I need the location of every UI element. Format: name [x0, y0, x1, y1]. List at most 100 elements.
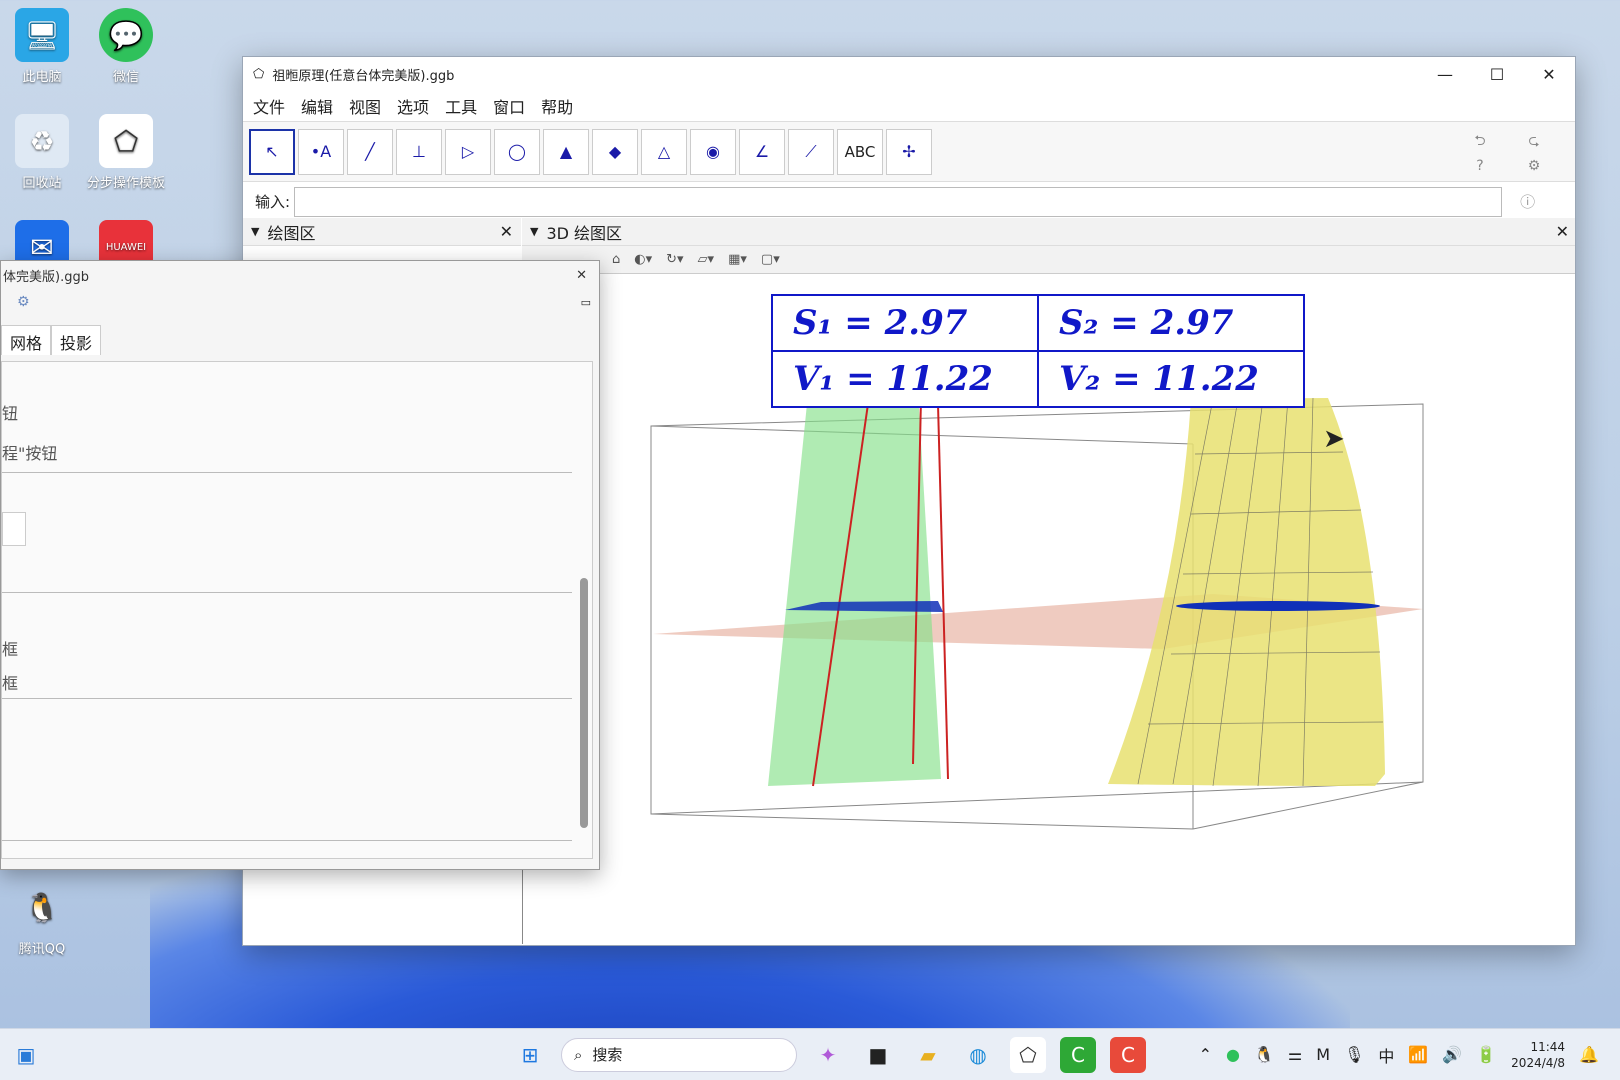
perpendicular-tool[interactable]: ⊥ — [396, 128, 442, 175]
menu-tools[interactable]: 工具 — [445, 94, 477, 118]
settings-icon[interactable]: ⚙ — [17, 294, 30, 310]
desktop-icon-label: 微信 — [112, 70, 139, 85]
battery-icon[interactable]: 🔋 — [1476, 1045, 1496, 1064]
option-line[interactable]: 钮 — [2, 400, 18, 424]
collapse-icon[interactable]: ▼ — [530, 225, 538, 238]
start-icon[interactable]: ⊞ — [512, 1037, 548, 1073]
mouse-cursor-icon: ➤ — [1323, 424, 1345, 454]
formula-s2: S₂ = 2.97 — [1037, 294, 1305, 352]
option-line[interactable]: 框 — [2, 670, 18, 694]
polygon-tool[interactable]: ▷ — [445, 128, 491, 175]
computer-icon: 🖥 — [15, 8, 69, 62]
file-explorer-icon[interactable]: ▰ — [910, 1037, 946, 1073]
camtasia-icon[interactable]: C — [1060, 1036, 1096, 1073]
dialog-close-button[interactable]: ✕ — [576, 268, 587, 283]
recycle-bin-icon: ♻ — [15, 114, 69, 168]
toolbar: ↖ •A ╱ ⊥ ▷ ◯ ▲ ◆ △ ◉ ∠ ⟋ ABC ✢ ⮌ ⮎ ? ⚙ — [243, 121, 1575, 181]
rotate-view-tool[interactable]: ✢ — [886, 128, 932, 175]
mail-icon[interactable]: M — [1316, 1045, 1330, 1064]
line-tool[interactable]: ╱ — [347, 128, 393, 175]
view-mode-icon[interactable]: ◐▾ — [634, 252, 652, 267]
settings-dialog: 体完美版).ggb ✕ ⚙ ▭ 网格 投影 钮 程"按钮 框 框 — [0, 260, 600, 870]
menu-file[interactable]: 文件 — [253, 94, 285, 118]
desktop-icon-qq[interactable]: 🐧 腾讯QQ — [2, 880, 82, 958]
sliders-icon[interactable]: ⚌ — [1288, 1045, 1302, 1064]
option-line[interactable]: 框 — [2, 636, 18, 660]
collapse-icon[interactable]: ▼ — [251, 225, 259, 238]
angle-tool[interactable]: ∠ — [739, 128, 785, 175]
copilot-icon[interactable]: ✦ — [810, 1037, 846, 1073]
wechat-tray-icon[interactable]: ● — [1226, 1045, 1240, 1064]
reflect-tool[interactable]: ⟋ — [788, 128, 834, 175]
dialog-scrollbar[interactable] — [580, 578, 588, 828]
help-icon[interactable]: ? — [1455, 158, 1505, 174]
desktop-icon-recycle-bin[interactable]: ♻ 回收站 — [2, 114, 82, 191]
close-button[interactable]: ✕ — [1523, 65, 1575, 84]
point-tool[interactable]: •A — [298, 128, 344, 175]
desktop-icon-wechat[interactable]: 💬 微信 — [86, 8, 166, 85]
geogebra-taskbar-icon[interactable]: ⬠ — [1010, 1036, 1046, 1073]
tab-grid[interactable]: 网格 — [1, 325, 52, 355]
tab-projection[interactable]: 投影 — [51, 325, 102, 355]
projection-icon[interactable]: ▱▾ — [698, 252, 715, 267]
input-help-icon[interactable]: ⓘ — [1520, 191, 1535, 212]
recorder-icon[interactable]: C — [1110, 1036, 1146, 1073]
redo-button[interactable]: ⮎ — [1509, 130, 1559, 154]
cube-icon[interactable]: ▢▾ — [761, 252, 780, 267]
cone-tool[interactable]: ▲ — [543, 128, 589, 175]
widgets-icon[interactable]: ▣ — [8, 1037, 44, 1073]
circle-axis-tool[interactable]: ◯ — [494, 128, 540, 175]
formula-v1: V₁ = 11.22 — [771, 350, 1039, 408]
plane-tool[interactable]: ◆ — [592, 128, 638, 175]
search-placeholder: 搜索 — [592, 1046, 623, 1064]
search-box[interactable]: ⌕ 搜索 — [561, 1037, 797, 1072]
graphics3d-view-title: 3D 绘图区 — [546, 223, 623, 243]
close-panel-icon[interactable]: ✕ — [1556, 222, 1569, 241]
undo-button[interactable]: ⮌ — [1455, 130, 1505, 154]
desktop-icon-label: 此电脑 — [22, 70, 62, 85]
text-field[interactable] — [2, 512, 26, 546]
option-line[interactable]: 程"按钮 — [2, 440, 57, 464]
desktop-icon-geogebra[interactable]: ⬠ 分步操作模板 — [86, 114, 166, 191]
move-tool[interactable]: ↖ — [249, 128, 295, 175]
home-icon[interactable]: ⌂ — [612, 252, 620, 267]
input-field[interactable] — [294, 186, 1503, 217]
text-tool[interactable]: ABC — [837, 128, 883, 175]
maximize-button[interactable]: ☐ — [1471, 65, 1523, 84]
prism-edge — [937, 403, 949, 780]
rotate-icon[interactable]: ↻▾ — [666, 252, 683, 267]
minimize-button[interactable]: — — [1419, 65, 1471, 84]
chevron-up-icon[interactable]: ⌃ — [1199, 1045, 1212, 1064]
graphics3d-view[interactable]: S₁ = 2.97 S₂ = 2.97 V₁ = 11.22 V₂ = 11.2… — [522, 274, 1574, 944]
task-view-icon[interactable]: ■ — [860, 1037, 896, 1073]
graphics3d-view-header: ▼ 3D 绘图区 ✕ — [522, 218, 1575, 246]
edge-icon[interactable]: ◍ — [960, 1037, 996, 1073]
qq-tray-icon[interactable]: 🐧 — [1254, 1045, 1274, 1064]
graphics-view-header: ▼ 绘图区 ✕ — [243, 218, 521, 246]
volume-icon[interactable]: 🔊 — [1442, 1045, 1462, 1064]
menu-options[interactable]: 选项 — [397, 94, 429, 118]
desktop-icon-computer[interactable]: 🖥 此电脑 — [2, 8, 82, 85]
separator — [2, 698, 572, 699]
separator — [2, 840, 572, 841]
wifi-icon[interactable]: 📶 — [1408, 1045, 1428, 1064]
dock-icon[interactable]: ▭ — [581, 296, 591, 309]
microphone-icon[interactable]: 🎙 — [1344, 1045, 1364, 1064]
clipping-icon[interactable]: ▦▾ — [728, 252, 747, 267]
ime-indicator[interactable]: 中 — [1378, 1043, 1394, 1067]
window-title: 祖暅原理(任意台体完美版).ggb — [272, 68, 455, 84]
formula-s1: S₁ = 2.97 — [771, 294, 1039, 352]
clock[interactable]: 11:44 2024/4/8 — [1511, 1039, 1565, 1071]
menu-window[interactable]: 窗口 — [493, 94, 525, 118]
sphere-tool[interactable]: ◉ — [690, 128, 736, 175]
menu-view[interactable]: 视图 — [349, 94, 381, 118]
settings-icon[interactable]: ⚙ — [1509, 158, 1559, 174]
close-panel-icon[interactable]: ✕ — [500, 222, 513, 241]
menu-edit[interactable]: 编辑 — [301, 94, 333, 118]
separator — [2, 592, 572, 593]
pyramid-tool[interactable]: △ — [641, 128, 687, 175]
qq-icon: 🐧 — [24, 890, 60, 924]
notification-icon[interactable]: 🔔 — [1579, 1045, 1599, 1064]
dialog-titlebar: 体完美版).ggb ✕ — [1, 261, 599, 289]
menu-help[interactable]: 帮助 — [541, 94, 573, 118]
